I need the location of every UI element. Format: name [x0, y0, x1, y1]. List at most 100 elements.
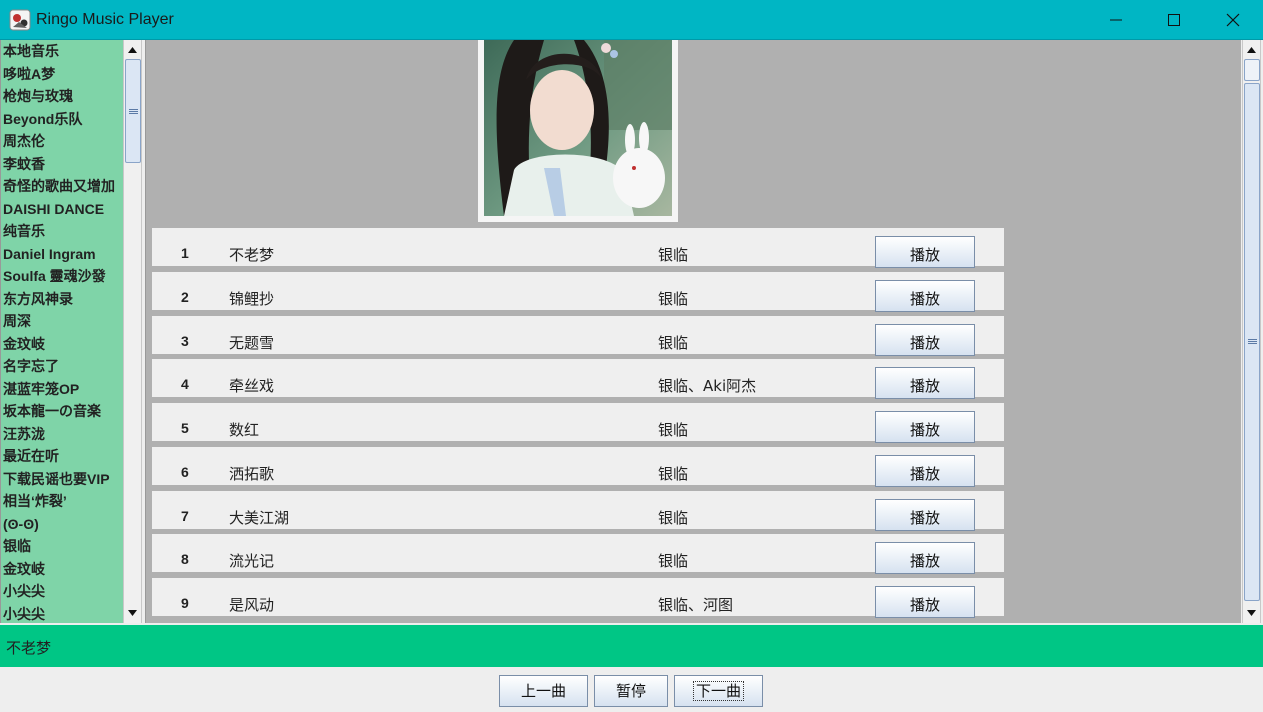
song-row[interactable]: 3 无题雪 银临 播放 — [152, 316, 1004, 356]
minimize-button[interactable] — [1087, 0, 1145, 40]
sidebar-item[interactable]: Daniel Ingram — [3, 243, 96, 265]
song-artist: 银临 — [658, 552, 689, 570]
song-number: 1 — [181, 245, 189, 261]
song-artist: 银临 — [658, 334, 689, 352]
song-row[interactable]: 4 牵丝戏 银临、Aki阿杰 播放 — [152, 359, 1004, 399]
album-cover-image — [484, 40, 672, 216]
song-row[interactable]: 6 洒拓歌 银临 播放 — [152, 447, 1004, 487]
sidebar-item[interactable]: 枪炮与玫瑰 — [3, 85, 73, 107]
play-button[interactable]: 播放 — [875, 455, 975, 487]
sidebar-item[interactable]: 周杰伦 — [3, 130, 45, 152]
song-number: 2 — [181, 289, 189, 305]
play-button[interactable]: 播放 — [875, 499, 975, 531]
next-track-button[interactable]: 下一曲 — [674, 675, 763, 707]
song-row[interactable]: 5 数红 银临 播放 — [152, 403, 1004, 443]
close-button[interactable] — [1204, 0, 1262, 40]
sidebar-item[interactable]: 小尖尖 — [3, 580, 45, 602]
play-button[interactable]: 播放 — [875, 367, 975, 399]
previous-track-button[interactable]: 上一曲 — [499, 675, 588, 707]
sidebar-item[interactable]: 坂本龍一の音楽 — [3, 400, 101, 422]
maximize-button[interactable] — [1145, 0, 1203, 40]
sidebar-item[interactable]: 银临 — [3, 535, 31, 557]
song-list-scrollbar[interactable] — [1242, 40, 1261, 623]
play-button[interactable]: 播放 — [875, 411, 975, 443]
scrollbar-thumb[interactable] — [125, 59, 141, 163]
song-row[interactable]: 7 大美江湖 银临 播放 — [152, 491, 1004, 531]
song-title: 无题雪 — [229, 334, 275, 352]
scroll-down-arrow-icon[interactable] — [124, 604, 141, 621]
minimize-icon — [1110, 19, 1122, 21]
sidebar-item[interactable]: 湛蓝牢笼OP — [3, 378, 79, 400]
sidebar-item[interactable]: (ʘ-ʘ) — [3, 513, 39, 535]
song-title: 数红 — [229, 421, 260, 439]
song-row[interactable]: 8 流光记 银临 播放 — [152, 534, 1004, 574]
sidebar-item[interactable]: Soulfa 靈魂沙發 — [3, 265, 106, 287]
song-number: 8 — [181, 551, 189, 567]
pause-button[interactable]: 暂停 — [594, 675, 668, 707]
scroll-up-arrow-icon[interactable] — [124, 41, 141, 58]
song-title: 是风动 — [229, 596, 275, 614]
sidebar-item[interactable]: 金玟岐 — [3, 333, 45, 355]
sidebar-item[interactable]: 周深 — [3, 310, 31, 332]
sidebar-item[interactable]: 名字忘了 — [3, 355, 59, 377]
next-track-label: 下一曲 — [692, 681, 744, 701]
sidebar-item[interactable]: 东方风神录 — [3, 288, 73, 310]
song-artist: 银临、河图 — [658, 596, 734, 614]
sidebar-item[interactable]: 李蚊香 — [3, 153, 45, 175]
sidebar-item[interactable]: 本地音乐 — [3, 40, 59, 62]
song-title: 洒拓歌 — [229, 465, 275, 483]
music-player-window: Ringo Music Player 本地音乐 哆啦A梦 枪炮与玫瑰 Beyon… — [0, 0, 1263, 712]
sidebar-item[interactable]: 下载民谣也要VIP — [3, 468, 110, 490]
sidebar-item[interactable]: 汪苏泷 — [3, 423, 45, 445]
sidebar-item[interactable]: 哆啦A梦 — [3, 63, 55, 85]
song-number: 4 — [181, 376, 189, 392]
sidebar-item[interactable]: 奇怪的歌曲又增加 — [3, 175, 115, 197]
scrollbar-thumb-top[interactable] — [1244, 59, 1260, 81]
song-artist: 银临 — [658, 290, 689, 308]
now-playing-title: 不老梦 — [6, 639, 52, 657]
app-logo-icon — [9, 9, 31, 31]
close-icon — [1226, 13, 1240, 27]
album-cover — [478, 40, 678, 222]
song-list-panel: 1 不老梦 银临 播放 2 锦鲤抄 银临 播放 3 无题雪 银临 播放 4 牵丝… — [145, 40, 1241, 623]
song-title: 不老梦 — [229, 246, 275, 264]
song-row[interactable]: 1 不老梦 银临 播放 — [152, 228, 1004, 268]
song-row[interactable]: 2 锦鲤抄 银临 播放 — [152, 272, 1004, 312]
song-artist: 银临、Aki阿杰 — [658, 377, 757, 395]
scroll-down-arrow-icon[interactable] — [1243, 604, 1260, 621]
maximize-icon — [1168, 14, 1180, 26]
song-title: 锦鲤抄 — [229, 290, 275, 308]
window-title: Ringo Music Player — [36, 11, 174, 28]
song-title: 大美江湖 — [229, 509, 290, 527]
song-title: 牵丝戏 — [229, 377, 275, 395]
song-artist: 银临 — [658, 246, 689, 264]
sidebar-item[interactable]: 小尖尖 — [3, 603, 45, 623]
song-number: 3 — [181, 333, 189, 349]
now-playing-bar: 不老梦 — [0, 625, 1263, 667]
song-row[interactable]: 9 是风动 银临、河图 播放 — [152, 578, 1004, 618]
sidebar-item[interactable]: Beyond乐队 — [3, 108, 82, 130]
scrollbar-thumb[interactable] — [1244, 83, 1260, 601]
play-button[interactable]: 播放 — [875, 324, 975, 356]
song-number: 9 — [181, 595, 189, 611]
song-title: 流光记 — [229, 552, 275, 570]
song-number: 6 — [181, 464, 189, 480]
song-number: 5 — [181, 420, 189, 436]
song-number: 7 — [181, 508, 189, 524]
play-button[interactable]: 播放 — [875, 542, 975, 574]
sidebar-item[interactable]: DAISHI DANCE — [3, 198, 104, 220]
play-button[interactable]: 播放 — [875, 236, 975, 268]
song-artist: 银临 — [658, 465, 689, 483]
song-artist: 银临 — [658, 509, 689, 527]
play-button[interactable]: 播放 — [875, 586, 975, 618]
play-button[interactable]: 播放 — [875, 280, 975, 312]
playlist-sidebar: 本地音乐 哆啦A梦 枪炮与玫瑰 Beyond乐队 周杰伦 李蚊香 奇怪的歌曲又增… — [0, 40, 124, 623]
sidebar-item[interactable]: 相当‘炸裂’ — [3, 490, 67, 512]
song-artist: 银临 — [658, 421, 689, 439]
sidebar-item[interactable]: 纯音乐 — [3, 220, 45, 242]
scroll-up-arrow-icon[interactable] — [1243, 41, 1260, 58]
sidebar-scrollbar[interactable] — [123, 40, 142, 623]
title-bar[interactable]: Ringo Music Player — [0, 0, 1263, 40]
sidebar-item[interactable]: 金玟岐 — [3, 558, 45, 580]
sidebar-item[interactable]: 最近在听 — [3, 445, 59, 467]
